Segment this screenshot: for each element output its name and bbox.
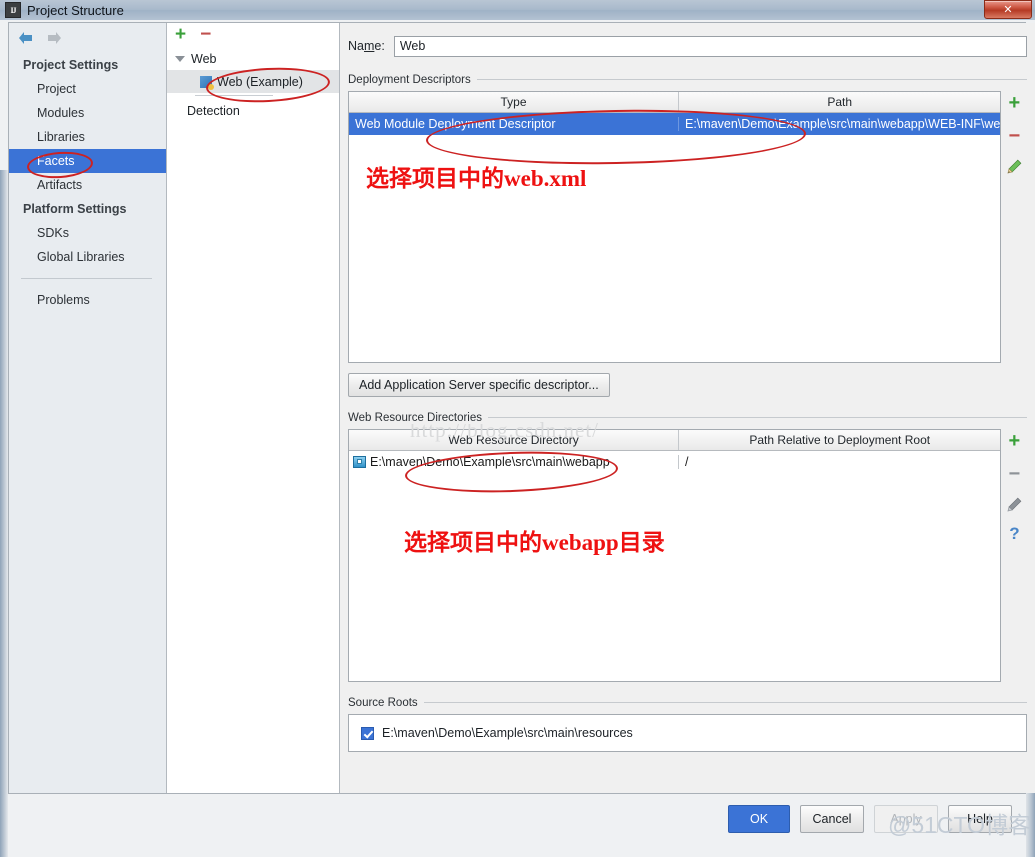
deployment-descriptors-title: Deployment Descriptors xyxy=(348,74,477,86)
add-facet-icon[interactable]: + xyxy=(175,25,186,44)
tree-node-web-root[interactable]: Web xyxy=(167,47,339,70)
sidebar-item-modules[interactable]: Modules xyxy=(9,101,166,125)
tree-section-divider xyxy=(195,95,273,96)
table-header-row: Type Path xyxy=(349,92,1001,113)
sidebar-item-facets[interactable]: Facets xyxy=(9,149,166,173)
deployment-descriptors-table: Type Path Web Module Deployment Descript… xyxy=(348,91,1002,363)
facet-name-row: Name: xyxy=(340,23,1035,63)
tree-node-web-example[interactable]: Web (Example) xyxy=(167,70,339,93)
close-window-button[interactable]: ✕ xyxy=(984,0,1032,19)
remove-descriptor-icon[interactable]: − xyxy=(1009,126,1021,146)
sidebar-nav-arrows xyxy=(9,23,166,53)
web-resource-directories-tools: + − ? xyxy=(1001,429,1027,682)
sidebar-item-project[interactable]: Project xyxy=(9,77,166,101)
add-web-resource-icon[interactable]: + xyxy=(1009,431,1021,451)
remove-web-resource-icon[interactable]: − xyxy=(1009,464,1021,484)
sidebar-divider xyxy=(21,278,152,279)
source-root-checkbox[interactable] xyxy=(361,726,374,740)
source-root-path: E:\maven\Demo\Example\src\main\resources xyxy=(382,726,633,740)
web-facet-icon xyxy=(200,75,214,90)
column-header-web-resource-directory[interactable]: Web Resource Directory xyxy=(349,430,679,450)
table-header-row: Web Resource Directory Path Relative to … xyxy=(349,430,1001,451)
column-header-type[interactable]: Type xyxy=(349,92,679,112)
folder-icon xyxy=(353,456,366,468)
web-resource-directories-group-header: Web Resource Directories xyxy=(348,410,1028,424)
cell-path: E:\maven\Demo\Example\src\main\webapp\WE… xyxy=(685,117,1001,131)
sidebar-item-sdks[interactable]: SDKs xyxy=(9,221,166,245)
chevron-down-icon[interactable] xyxy=(175,55,185,62)
settings-sidebar: Project Settings Project Modules Librari… xyxy=(9,23,167,793)
help-button[interactable]: Help xyxy=(948,805,1012,833)
tree-node-detection[interactable]: Detection xyxy=(167,99,339,122)
facet-name-label: Name: xyxy=(348,39,385,53)
sidebar-group-platform-settings: Platform Settings xyxy=(23,202,127,216)
tree-node-label: Detection xyxy=(187,103,240,118)
web-resource-directories-table: Web Resource Directory Path Relative to … xyxy=(348,429,1002,682)
arrow-left-icon[interactable] xyxy=(17,30,35,46)
dialog-body: Project Settings Project Modules Librari… xyxy=(8,22,1035,794)
column-header-path[interactable]: Path xyxy=(679,92,1000,112)
left-edge-decoration xyxy=(0,170,8,857)
facet-settings-panel: Name: Deployment Descriptors Type Path W… xyxy=(340,23,1035,793)
tree-node-label: Web (Example) xyxy=(217,74,303,89)
web-resource-directories-title: Web Resource Directories xyxy=(348,412,489,424)
facet-name-input[interactable] xyxy=(393,35,1028,57)
sidebar-item-global-libraries[interactable]: Global Libraries xyxy=(9,245,166,269)
column-header-path-relative[interactable]: Path Relative to Deployment Root xyxy=(679,430,1000,450)
deployment-descriptors-table-wrap: Type Path Web Module Deployment Descript… xyxy=(348,91,1027,363)
window-titlebar: IJ Project Structure ✕ xyxy=(0,0,1035,21)
sidebar-item-problems[interactable]: Problems xyxy=(9,288,166,312)
add-app-server-descriptor-button[interactable]: Add Application Server specific descript… xyxy=(348,373,610,397)
edit-web-resource-icon[interactable] xyxy=(1007,497,1022,512)
apply-button: Apply xyxy=(874,805,938,833)
source-roots-title: Source Roots xyxy=(348,697,424,709)
source-roots-list: E:\maven\Demo\Example\src\main\resources xyxy=(348,714,1028,752)
table-row[interactable]: Web Module Deployment Descriptor E:\mave… xyxy=(349,113,1001,135)
cancel-button[interactable]: Cancel xyxy=(800,805,864,833)
deployment-descriptors-group-header: Deployment Descriptors xyxy=(348,72,1028,86)
dialog-frame: Project Settings Project Modules Librari… xyxy=(0,20,1035,857)
group-rule xyxy=(348,702,1028,703)
cell-web-resource-directory: E:\maven\Demo\Example\src\main\webapp xyxy=(370,455,610,469)
add-descriptor-icon[interactable]: + xyxy=(1009,93,1021,113)
window-title: Project Structure xyxy=(27,2,124,18)
sidebar-group-project-settings: Project Settings xyxy=(23,58,119,72)
help-web-resource-icon[interactable]: ? xyxy=(1009,525,1019,542)
arrow-right-icon[interactable] xyxy=(45,30,63,46)
source-roots-group-header: Source Roots xyxy=(348,695,1028,709)
sidebar-item-libraries[interactable]: Libraries xyxy=(9,125,166,149)
cell-type: Web Module Deployment Descriptor xyxy=(349,117,679,131)
deployment-descriptors-tools: + − xyxy=(1001,91,1027,363)
facets-tree-toolbar: + − xyxy=(167,23,339,47)
tree-node-label: Web xyxy=(191,51,217,66)
facets-tree-panel: + − Web Web (Example) Detection xyxy=(167,23,340,793)
cell-relative-path: / xyxy=(685,455,689,469)
web-resource-directories-table-wrap: Web Resource Directory Path Relative to … xyxy=(348,429,1027,682)
dialog-button-bar: OK Cancel Apply Help xyxy=(8,802,1026,836)
sidebar-item-artifacts[interactable]: Artifacts xyxy=(9,173,166,197)
ok-button[interactable]: OK xyxy=(728,805,790,833)
app-icon: IJ xyxy=(5,2,21,18)
edit-descriptor-icon[interactable] xyxy=(1007,159,1022,174)
table-row[interactable]: E:\maven\Demo\Example\src\main\webapp / xyxy=(349,451,1000,473)
remove-facet-icon[interactable]: − xyxy=(200,25,211,44)
